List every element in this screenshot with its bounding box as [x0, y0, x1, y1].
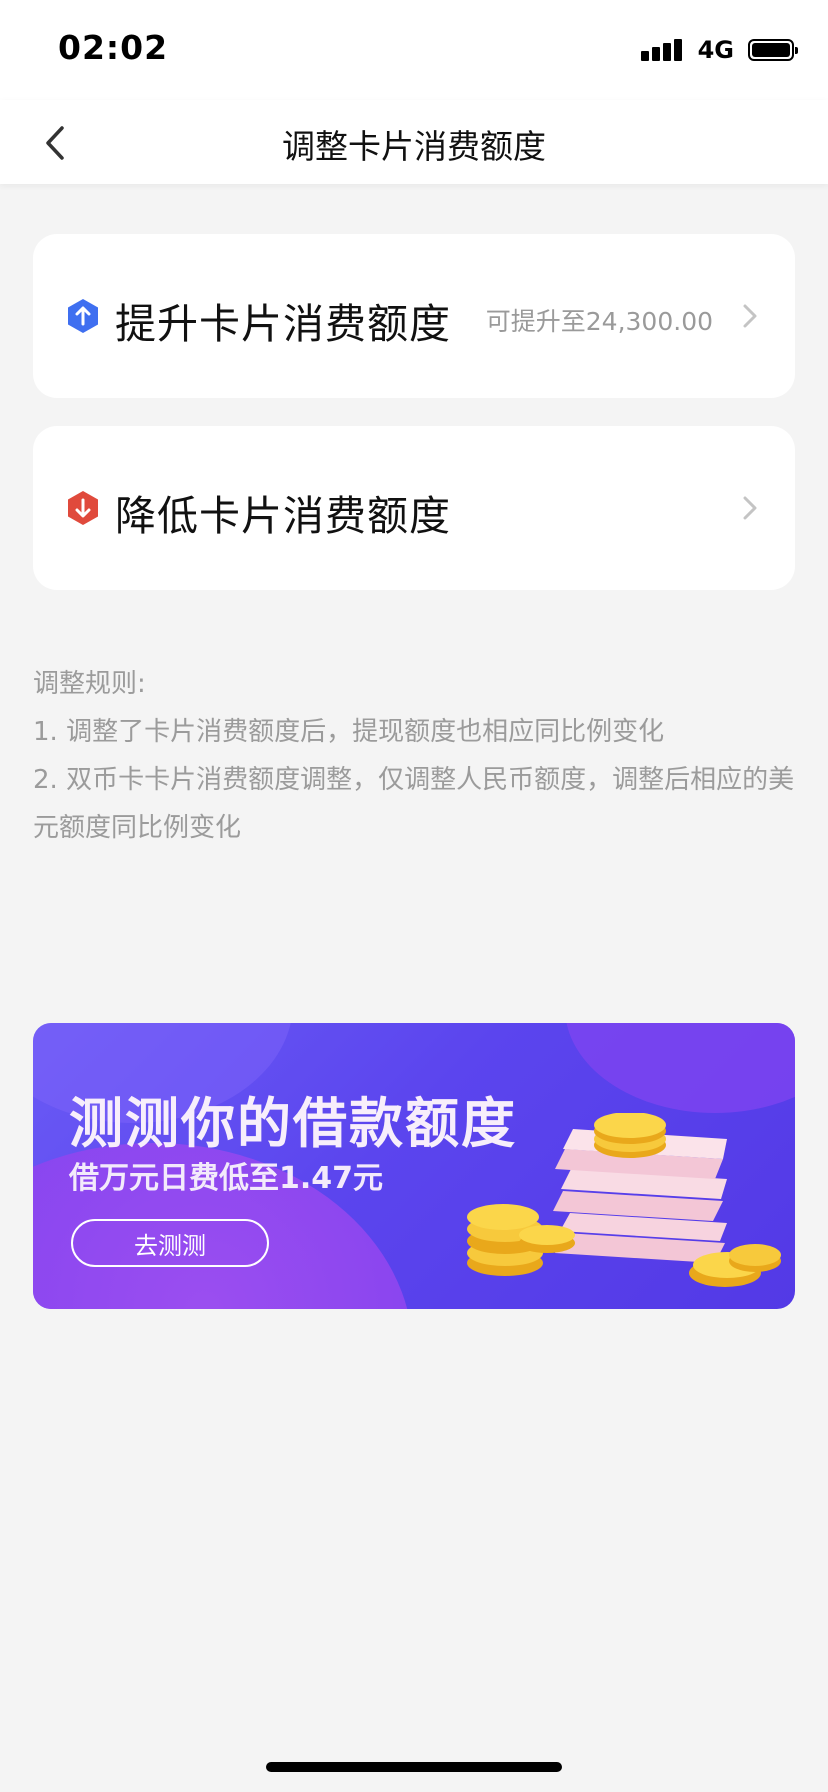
home-indicator — [266, 1762, 562, 1772]
lower-limit-title: 降低卡片消费额度 — [115, 492, 451, 540]
adjustment-rules: 调整规则: 1. 调整了卡片消费额度后，提现额度也相应同比例变化 2. 双币卡卡… — [33, 660, 799, 852]
chevron-right-icon — [743, 496, 757, 520]
arrow-up-icon — [68, 299, 98, 333]
raise-limit-title: 提升卡片消费额度 — [115, 300, 451, 348]
status-indicators: 4G — [640, 36, 798, 64]
battery-icon — [748, 39, 798, 61]
chevron-right-icon — [743, 304, 757, 328]
banner-subtitle: 借万元日费低至1.47元 — [69, 1161, 384, 1196]
signal-icon — [640, 39, 682, 61]
network-type: 4G — [697, 36, 734, 64]
nav-bar: 调整卡片消费额度 — [0, 100, 828, 184]
rules-heading: 调整规则: — [33, 669, 146, 699]
rule-item-2: 2. 双币卡卡片消费额度调整，仅调整人民币额度，调整后相应的美元额度同比例变化 — [33, 765, 795, 843]
arrow-down-icon — [68, 491, 98, 525]
try-now-button[interactable]: 去测测 — [71, 1219, 269, 1267]
money-coins-illustration — [467, 1113, 781, 1287]
banner-title: 测测你的借款额度 — [69, 1092, 517, 1155]
raise-limit-hint: 可提升至24,300.00 — [485, 307, 713, 336]
rule-item-1: 1. 调整了卡片消费额度后，提现额度也相应同比例变化 — [33, 717, 665, 747]
lower-limit-card[interactable]: 降低卡片消费额度 — [33, 426, 795, 590]
raise-limit-card[interactable]: 提升卡片消费额度 可提升至24,300.00 — [33, 234, 795, 398]
status-time: 02:02 — [58, 28, 169, 67]
status-bar: 02:02 4G — [0, 0, 828, 100]
loan-promo-banner[interactable]: 测测你的借款额度 借万元日费低至1.47元 去测测 — [33, 1023, 795, 1309]
page-title: 调整卡片消费额度 — [282, 127, 546, 166]
banner-decoration — [565, 1023, 795, 1113]
